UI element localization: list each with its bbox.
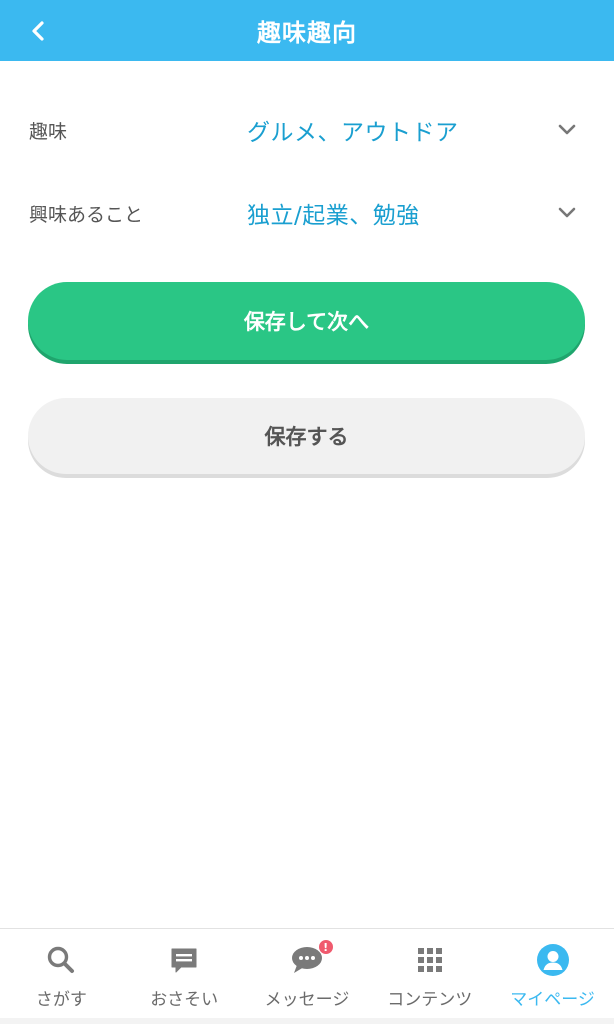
nav-label-contents: コンテンツ [387,990,473,1010]
chevron-down-icon[interactable] [556,119,578,141]
hobby-label: 趣味 [29,120,68,143]
interest-label: 興味あること [29,203,144,226]
hobby-select[interactable]: 趣味 グルメ、アウトドア [0,100,614,160]
notification-badge: ! [317,939,334,955]
hobby-value[interactable]: グルメ、アウトドア [247,113,459,147]
interest-value[interactable]: 独立/起業、勉強 [247,196,420,230]
save-button[interactable]: 保存する [28,398,585,474]
grid-icon [413,943,447,977]
header-bar: 趣味趣向 [0,0,614,61]
interest-select[interactable]: 興味あること 独立/起業、勉強 [0,183,614,243]
nav-label-message: メッセージ [264,990,350,1010]
bottom-nav: さがす おさそい ! メッセージ コンテンツ マイページ [0,928,614,1024]
nav-item-message[interactable]: ! メッセージ [246,929,369,1024]
home-indicator [0,1018,614,1024]
app-screen: 趣味趣向 趣味 グルメ、アウトドア 興味あること 独立/起業、勉強 保存して次へ… [0,0,614,1024]
chevron-down-icon[interactable] [556,202,578,224]
nav-item-search[interactable]: さがす [0,929,123,1024]
search-icon [44,943,78,977]
nav-item-contents[interactable]: コンテンツ [368,929,491,1024]
nav-label-search: さがす [35,990,87,1010]
save-and-next-button[interactable]: 保存して次へ [28,282,585,360]
nav-label-mypage: マイページ [510,990,595,1010]
user-icon [536,943,570,977]
nav-label-invite: おさそい [150,990,219,1010]
page-title: 趣味趣向 [257,19,357,47]
back-button[interactable] [18,12,58,50]
chevron-left-icon [32,21,44,41]
nav-item-invite[interactable]: おさそい [123,929,246,1024]
invite-icon [167,943,201,977]
nav-item-mypage[interactable]: マイページ [491,929,614,1024]
